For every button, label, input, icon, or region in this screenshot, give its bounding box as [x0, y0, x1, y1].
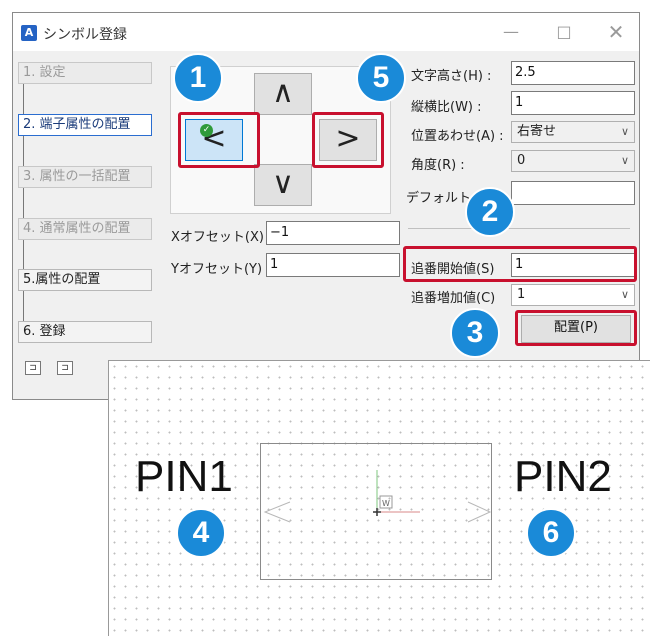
aspect-ratio-input[interactable]: 1 [511, 91, 635, 115]
highlight-start-number [403, 246, 637, 282]
step-connector [23, 188, 24, 219]
angle-select[interactable]: 0 ∨ [511, 150, 635, 172]
step-badge-6: 6 [526, 508, 576, 558]
step-attribute-placement[interactable]: 5.属性の配置 [18, 269, 152, 291]
minimize-icon[interactable]: — [496, 19, 526, 45]
highlight-place-button [515, 310, 637, 346]
increment-label: 追番増加値(C) [411, 291, 496, 306]
step-badge-4: 4 [176, 508, 226, 558]
step-badge-1: 1 [173, 53, 223, 103]
arrow-down-button[interactable]: ∨ [254, 164, 312, 206]
window-title: シンボル登録 [43, 27, 127, 43]
step-connector [23, 240, 24, 271]
step-settings: 1. 設定 [18, 62, 152, 84]
step-terminal-attribute[interactable]: 2. 端子属性の配置 [18, 114, 152, 136]
chevron-down-icon: ∨ [620, 288, 629, 301]
increment-select[interactable]: 1 ∨ [511, 284, 635, 306]
pin-label-right: PIN2 [514, 452, 612, 501]
step-connector [23, 84, 24, 115]
step-bulk-attribute: 3. 属性の一括配置 [18, 166, 152, 188]
expand-panel-icon[interactable]: ⊐ [57, 361, 73, 375]
alignment-value: 右寄せ [517, 124, 557, 139]
step-badge-5: 5 [356, 53, 406, 103]
title-bar: A シンボル登録 — □ ✕ [13, 13, 639, 51]
increment-value: 1 [517, 287, 526, 302]
highlight-left-arrow [178, 112, 260, 168]
default-input[interactable] [511, 181, 635, 205]
x-offset-label: Xオフセット(X) : [171, 230, 273, 245]
step-connector [23, 291, 24, 322]
close-icon[interactable]: ✕ [601, 19, 631, 45]
separator [408, 228, 630, 229]
maximize-icon[interactable]: □ [549, 19, 579, 45]
text-height-input[interactable]: 2.5 [511, 61, 635, 85]
y-offset-input[interactable]: 1 [266, 253, 400, 277]
x-offset-input[interactable]: −1 [266, 221, 400, 245]
symbol-frame [260, 443, 492, 580]
chevron-down-icon: ∨ [620, 125, 629, 138]
step-badge-2: 2 [465, 187, 515, 237]
angle-label: 角度(R) : [411, 158, 465, 173]
alignment-select[interactable]: 右寄せ ∨ [511, 121, 635, 143]
step-connector [23, 136, 24, 167]
default-label: デフォルト [406, 191, 472, 206]
chevron-down-icon: ∨ [620, 154, 629, 167]
highlight-right-arrow [312, 112, 384, 168]
pin-label-left: PIN1 [135, 452, 233, 501]
angle-value: 0 [517, 153, 526, 168]
y-offset-label: Yオフセット(Y) : [171, 262, 271, 277]
arrow-up-button[interactable]: ∧ [254, 73, 312, 115]
aspect-ratio-label: 縦横比(W) : [411, 100, 482, 115]
step-badge-3: 3 [450, 308, 500, 358]
text-height-label: 文字高さ(H) : [411, 69, 492, 84]
alignment-label: 位置あわせ(A) : [411, 129, 504, 144]
step-register[interactable]: 6. 登録 [18, 321, 152, 343]
collapse-panel-icon[interactable]: ⊐ [25, 361, 41, 375]
step-normal-attribute: 4. 通常属性の配置 [18, 218, 152, 240]
app-icon: A [21, 25, 37, 41]
